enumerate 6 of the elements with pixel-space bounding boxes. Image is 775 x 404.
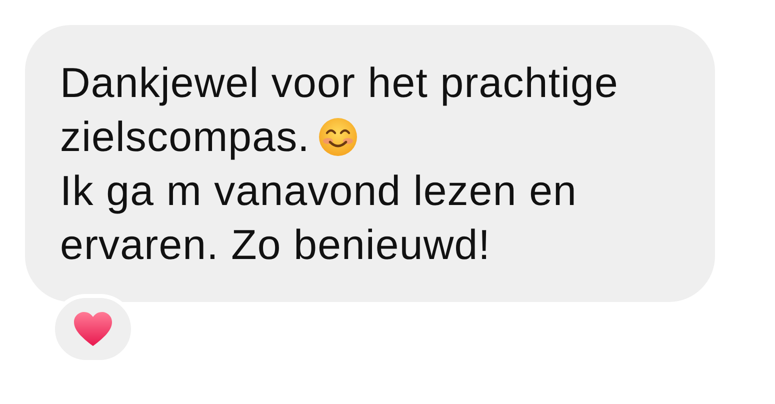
heart-icon: [73, 311, 113, 347]
message-text: Ik ga m vanavond lezen en: [60, 167, 577, 214]
smiling-face-icon: [318, 117, 358, 157]
message-text: Dankjewel voor het prachtige: [60, 59, 618, 106]
message-text: zielscompas.: [60, 113, 310, 160]
message-text: ervaren. Zo benieuwd!: [60, 221, 491, 268]
